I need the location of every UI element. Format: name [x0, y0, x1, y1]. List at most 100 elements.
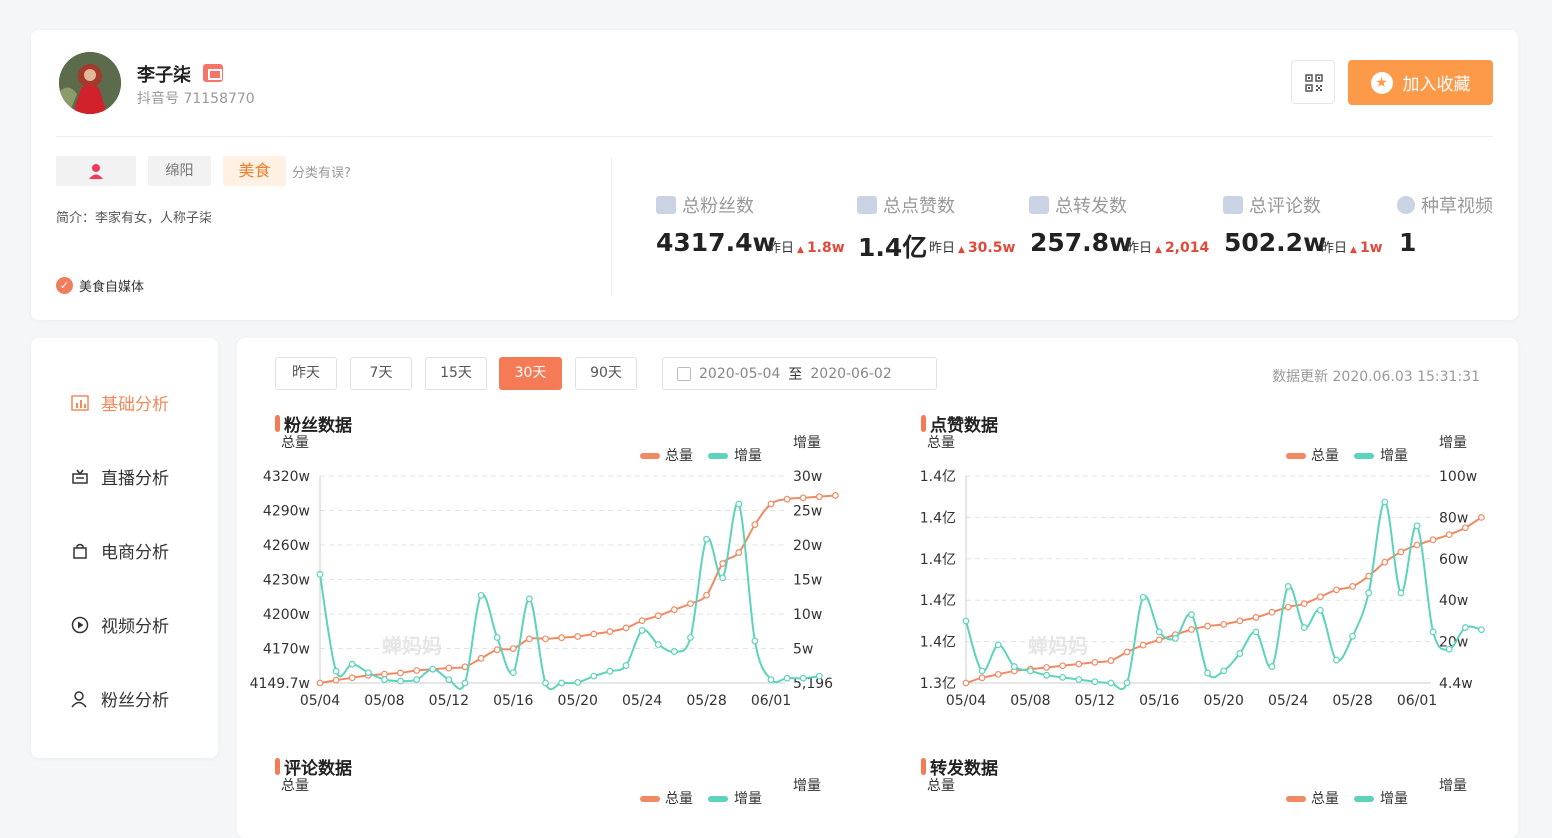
left-axis-label: 总量	[281, 778, 309, 794]
increment-point	[962, 617, 970, 625]
total-point	[606, 628, 614, 635]
increment-point	[751, 637, 759, 645]
increment-point	[429, 665, 437, 673]
increment-point	[1091, 678, 1099, 686]
total-point	[558, 634, 566, 642]
increment-point	[783, 674, 791, 682]
nav-ecommerce-analysis[interactable]: 电商分析	[71, 538, 169, 563]
x-tick-label: 05/04	[300, 693, 340, 709]
total-point	[493, 646, 501, 654]
nav-fans-analysis[interactable]: 粉丝分析	[71, 686, 169, 711]
stat-fans-delta: 昨日 ▲ 1.8w	[768, 240, 845, 256]
total-point	[687, 600, 694, 608]
total-point	[397, 669, 404, 677]
increment-point	[1381, 498, 1389, 506]
increment-point	[1236, 650, 1244, 657]
heart-icon	[857, 196, 877, 214]
left-tick-label: 4230w	[263, 573, 310, 589]
increment-point	[1027, 667, 1034, 675]
increment-point	[703, 535, 710, 543]
total-point	[477, 654, 485, 662]
category-error-link[interactable]: 分类有误?	[292, 162, 351, 181]
total-point	[1349, 582, 1356, 590]
qr-code-icon	[1305, 74, 1323, 92]
legend-increment-swatch	[1354, 453, 1374, 459]
increment-point	[622, 662, 630, 669]
likes-chart: 总量 增量总量 增量1.4亿 100w1.4亿 80w1.4亿 60w1.4亿 40w1.4…	[920, 435, 1485, 709]
left-tick-label: 1.3亿	[920, 676, 956, 692]
total-point	[381, 670, 388, 678]
increment-point	[1059, 673, 1067, 681]
total-point	[1300, 600, 1308, 608]
range-30d-button[interactable]: 30天	[499, 357, 562, 390]
increment-point	[1284, 583, 1292, 590]
stat-comments-label: 总评论数	[1223, 192, 1321, 218]
nav-basic-analysis[interactable]: 基础分析	[71, 390, 169, 415]
range-15d-button[interactable]: 15天	[425, 357, 487, 390]
x-tick-label: 05/20	[558, 693, 598, 709]
increment-point	[381, 676, 388, 684]
increment-point	[316, 570, 324, 578]
add-favorite-button[interactable]: ★ 加入收藏	[1348, 60, 1493, 105]
range-7d-button[interactable]: 7天	[350, 357, 412, 390]
total-point	[1445, 531, 1453, 539]
stat-seeding-label: 种草视频	[1397, 192, 1493, 218]
increment-point	[525, 595, 533, 603]
avatar[interactable]	[59, 52, 121, 114]
calendar-icon	[677, 366, 691, 381]
increment-point	[767, 676, 775, 684]
increment-point	[1461, 624, 1469, 631]
increment-point	[1268, 663, 1276, 670]
increment-point	[1252, 628, 1260, 636]
increment-point	[719, 574, 727, 582]
qr-code-button[interactable]	[1291, 60, 1335, 104]
increment-point	[1010, 663, 1018, 670]
account-name: 李子柒	[137, 65, 191, 86]
total-point	[978, 674, 986, 682]
comment-icon	[1223, 196, 1243, 214]
legend-increment-label: 增量	[734, 791, 762, 807]
total-point	[1043, 664, 1050, 671]
left-axis-label: 总量	[927, 778, 955, 794]
total-point	[413, 667, 421, 674]
total-point	[1252, 614, 1260, 621]
right-tick-label: 100w	[1439, 469, 1477, 485]
increment-point	[1043, 671, 1050, 679]
left-tick-label: 1.4亿	[920, 552, 956, 568]
x-tick-label: 05/12	[429, 693, 469, 709]
total-point	[1284, 603, 1292, 611]
total-point	[622, 624, 630, 632]
increment-point	[687, 634, 694, 641]
right-axis-label: 增量	[793, 778, 821, 794]
date-range-picker[interactable]: 2020-05-04 至 2020-06-02	[662, 357, 937, 390]
intro-text: 简介：李家有女，人称子柒	[56, 211, 213, 226]
left-tick-label: 4200w	[263, 607, 310, 623]
nav-video-analysis[interactable]: 视频分析	[71, 612, 169, 637]
total-point	[332, 676, 340, 684]
x-tick-label: 05/28	[1332, 693, 1372, 709]
increment-point	[606, 667, 614, 675]
legend-increment-swatch	[708, 796, 728, 802]
total-point	[1429, 536, 1437, 544]
total-point	[1397, 548, 1405, 556]
right-tick-label: 4.4w	[1439, 676, 1473, 692]
stat-likes-delta: 昨日 ▲ 30.5w	[929, 240, 1016, 256]
total-point	[525, 635, 533, 643]
increment-point	[654, 641, 662, 648]
total-point	[1204, 622, 1212, 630]
category-tag: 美食	[223, 156, 286, 186]
range-yesterday-button[interactable]: 昨天	[275, 357, 337, 390]
total-point	[1220, 620, 1228, 628]
increment-series-line	[319, 502, 820, 691]
certification-badge: ✓ 美食自媒体	[56, 276, 144, 295]
stat-comments-value: 502.2w	[1224, 228, 1327, 257]
stat-likes-label: 总点赞数	[857, 192, 955, 218]
date-separator: 至	[788, 366, 803, 383]
increment-point	[1139, 593, 1147, 601]
nav-live-analysis[interactable]: 直播分析	[71, 464, 169, 489]
check-icon: ✓	[56, 277, 73, 294]
right-tick-label: 25w	[793, 504, 822, 520]
user-icon	[656, 196, 676, 214]
range-90d-button[interactable]: 90天	[575, 357, 637, 390]
right-tick-label: 5w	[793, 642, 813, 658]
